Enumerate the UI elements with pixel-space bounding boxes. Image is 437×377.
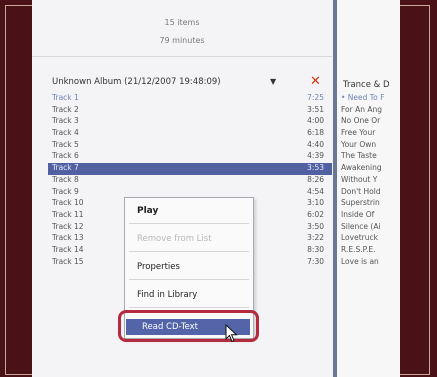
list-item[interactable]: Love is an xyxy=(341,257,400,269)
track-duration: 3:51 xyxy=(307,104,324,114)
track-name: Track 13 xyxy=(52,233,84,243)
track-row-selected[interactable]: Track 7 3:53 xyxy=(48,163,332,175)
track-row[interactable]: Track 8 8:26 xyxy=(48,175,332,187)
media-player-window: 15 items 79 minutes Unknown Album (21/12… xyxy=(32,0,400,377)
list-item[interactable]: Free Your xyxy=(341,128,400,140)
list-item[interactable]: Inside Of xyxy=(341,210,400,222)
menu-item-remove: Remove from List xyxy=(125,230,253,248)
track-duration: 3:50 xyxy=(307,221,324,231)
track-name: Track 10 xyxy=(52,198,84,208)
track-row[interactable]: Track 5 4:40 xyxy=(48,140,332,152)
right-album-title: Trance & D xyxy=(343,80,390,90)
track-duration: 8:26 xyxy=(307,174,324,184)
track-duration: 4:00 xyxy=(307,116,324,126)
list-item[interactable]: • Need To F xyxy=(341,93,400,105)
track-duration: 3:22 xyxy=(307,233,324,243)
list-item[interactable]: Lovetruck xyxy=(341,233,400,245)
track-row[interactable]: Track 4 6:18 xyxy=(48,128,332,140)
track-name: Track 11 xyxy=(52,209,84,219)
list-pane: 15 items 79 minutes Unknown Album (21/12… xyxy=(32,0,332,377)
menu-item-find-in-library[interactable]: Find in Library xyxy=(125,286,253,304)
total-minutes: 79 minutes xyxy=(159,36,205,45)
track-name: Track 15 xyxy=(52,256,84,266)
track-duration: 7:25 xyxy=(307,93,324,102)
track-duration: 4:40 xyxy=(307,139,324,149)
list-item[interactable]: The Taste xyxy=(341,151,400,163)
album-title: Unknown Album (21/12/2007 19:48:09) xyxy=(52,77,221,87)
album-header[interactable]: Unknown Album (21/12/2007 19:48:09) ▼ ✕ xyxy=(52,74,322,91)
menu-divider xyxy=(129,223,249,224)
track-name: Track 12 xyxy=(52,221,84,231)
track-name: Track 7 xyxy=(52,163,79,173)
list-item[interactable]: R.E.S.P.E. xyxy=(341,245,400,257)
list-item[interactable]: Without Y xyxy=(341,175,400,187)
list-item[interactable]: Don't Hold xyxy=(341,187,400,199)
menu-item-label: Remove from List xyxy=(137,234,212,244)
track-duration: 4:39 xyxy=(307,151,324,161)
track-row[interactable]: Track 2 3:51 xyxy=(48,105,332,117)
track-name: Track 5 xyxy=(52,139,79,149)
list-item[interactable]: Silence (Ai xyxy=(341,222,400,234)
track-row[interactable]: Track 1 7:25 xyxy=(48,93,332,105)
menu-divider xyxy=(129,279,249,280)
track-name: Track 2 xyxy=(52,104,79,114)
menu-item-properties[interactable]: Properties xyxy=(125,258,253,276)
menu-item-label: Properties xyxy=(137,262,180,272)
list-item[interactable]: No One Or xyxy=(341,116,400,128)
track-duration: 6:18 xyxy=(307,128,324,138)
list-item[interactable]: Your Own xyxy=(341,140,400,152)
track-duration: 3:10 xyxy=(307,198,324,208)
menu-item-label: Play xyxy=(137,206,159,216)
track-duration: 4:54 xyxy=(307,186,324,196)
track-name: Track 14 xyxy=(52,244,84,254)
list-item[interactable]: Awakening xyxy=(341,163,400,175)
x-icon[interactable]: ✕ xyxy=(310,74,321,89)
chevron-down-icon[interactable]: ▼ xyxy=(270,77,276,86)
track-duration: 8:30 xyxy=(307,244,324,254)
item-count: 15 items xyxy=(164,18,200,27)
menu-divider xyxy=(129,251,249,252)
track-name: Track 1 xyxy=(52,93,79,102)
summary-divider xyxy=(32,56,332,57)
track-name: Track 9 xyxy=(52,186,79,196)
track-duration: 3:53 xyxy=(307,163,324,173)
track-row[interactable]: Track 3 4:00 xyxy=(48,116,332,128)
menu-divider xyxy=(129,307,249,308)
list-item[interactable]: For An Ang xyxy=(341,105,400,117)
mouse-pointer-icon xyxy=(225,324,238,343)
track-name: Track 8 xyxy=(52,174,79,184)
list-item[interactable]: Superstrin xyxy=(341,198,400,210)
track-name: Track 3 xyxy=(52,116,79,126)
track-name: Track 6 xyxy=(52,151,79,161)
menu-item-play[interactable]: Play xyxy=(125,202,253,220)
right-track-list: • Need To F For An Ang No One Or Free Yo… xyxy=(341,93,400,268)
menu-item-label: Find in Library xyxy=(137,290,198,300)
track-duration: 7:30 xyxy=(307,256,324,266)
track-duration: 6:02 xyxy=(307,209,324,219)
library-pane: Trance & D • Need To F For An Ang No One… xyxy=(337,0,400,377)
track-name: Track 4 xyxy=(52,128,79,138)
track-row[interactable]: Track 6 4:39 xyxy=(48,151,332,163)
